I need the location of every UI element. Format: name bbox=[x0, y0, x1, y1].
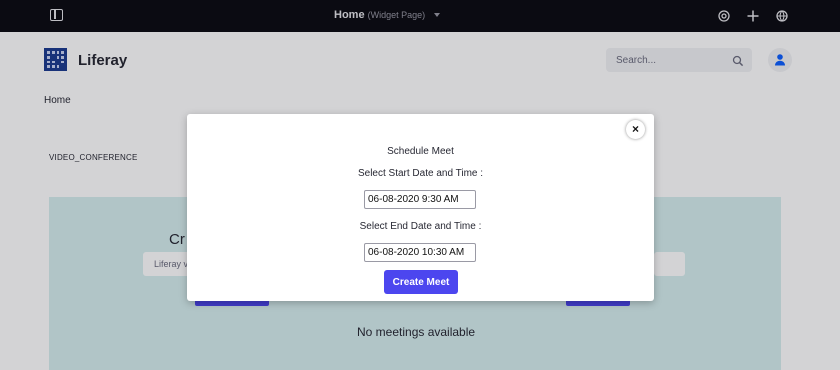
close-button[interactable]: × bbox=[626, 120, 645, 139]
modal-title: Schedule Meet bbox=[387, 146, 454, 157]
end-datetime-input[interactable] bbox=[364, 243, 476, 262]
create-meet-button[interactable]: Create Meet bbox=[384, 270, 458, 294]
end-date-label: Select End Date and Time : bbox=[359, 221, 482, 232]
start-datetime-input[interactable] bbox=[364, 190, 476, 209]
start-date-label: Select Start Date and Time : bbox=[357, 168, 484, 179]
schedule-meet-modal: × Schedule Meet Select Start Date and Ti… bbox=[187, 114, 654, 301]
